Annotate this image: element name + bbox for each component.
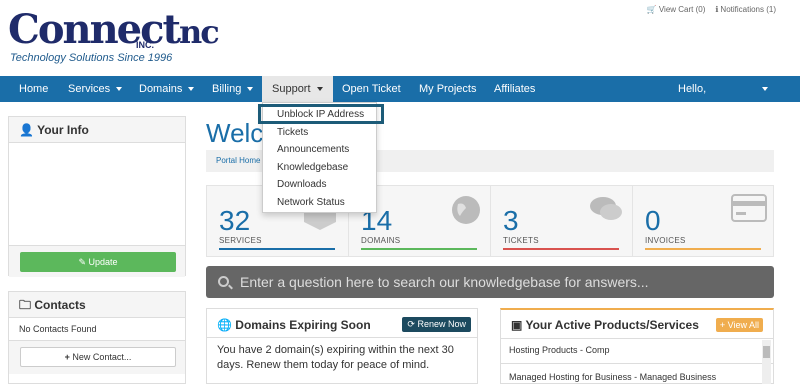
stat-tickets-bar: [503, 248, 619, 250]
nav-my-projects[interactable]: My Projects: [419, 76, 476, 102]
stat-domains-label: DOMAINS: [361, 236, 401, 245]
nav-billing[interactable]: Billing: [212, 76, 254, 102]
logo-tagline: Technology Solutions Since 1996: [10, 52, 173, 64]
nav-services[interactable]: Services: [68, 76, 123, 102]
user-icon: 👤: [19, 123, 34, 137]
active-products-header: ▣ Your Active Products/Services: [511, 318, 699, 332]
menu-item-knowledgebase[interactable]: Knowledgebase: [277, 162, 348, 173]
top-links: 🛒 View Cart (0) ℹ Notifications (1): [647, 5, 776, 14]
nav-user-greeting[interactable]: Hello,: [678, 76, 706, 102]
knowledgebase-search[interactable]: Enter a question here to search our know…: [206, 266, 774, 298]
stat-invoices-label: INVOICES: [645, 236, 686, 245]
nav-affiliates[interactable]: Affiliates: [494, 76, 535, 102]
unblock-ip-highlight-box: [258, 104, 384, 124]
caret-down-icon: [116, 87, 123, 92]
caret-down-icon: [188, 87, 195, 92]
company-logo[interactable]: Connectnc INC. Technology Solutions Sinc…: [8, 8, 220, 66]
cart-icon: 🛒: [646, 5, 657, 14]
scrollbar-thumb[interactable]: [763, 346, 770, 358]
stat-invoices-value: 0: [645, 205, 661, 236]
search-icon: [218, 276, 229, 287]
your-info-panel: 👤 Your Info ✎ Update: [8, 116, 186, 277]
menu-item-tickets[interactable]: Tickets: [277, 127, 308, 138]
domains-expiring-header: 🌐 Domains Expiring Soon: [217, 318, 371, 332]
nav-support[interactable]: Support: [262, 76, 333, 102]
domains-expiring-panel: 🌐 Domains Expiring Soon ⟳ Renew Now You …: [206, 308, 478, 384]
caret-down-icon: [316, 87, 323, 92]
new-contact-button[interactable]: + New Contact...: [20, 347, 176, 367]
credit-card-icon: [731, 194, 767, 227]
caret-down-icon: [247, 87, 254, 92]
no-contacts-text: No Contacts Found: [19, 324, 97, 334]
contacts-panel: 🗀 Contacts No Contacts Found + New Conta…: [8, 291, 186, 384]
logo-wordmark: Connectnc: [8, 6, 220, 53]
nav-home[interactable]: Home: [19, 76, 48, 102]
stat-domains-bar: [361, 248, 477, 250]
nav-domains[interactable]: Domains: [139, 76, 195, 102]
folder-icon: 🗀: [19, 298, 32, 312]
stat-invoices[interactable]: 0 INVOICES: [633, 186, 775, 256]
menu-item-downloads[interactable]: Downloads: [277, 179, 326, 190]
breadcrumb-portal-home[interactable]: Portal Home: [216, 156, 260, 165]
renew-now-button[interactable]: ⟳ Renew Now: [402, 317, 471, 332]
notifications-link[interactable]: ℹ Notifications (1): [715, 5, 776, 14]
logo-inc: INC.: [136, 40, 154, 50]
info-icon: ℹ: [715, 5, 719, 14]
stat-services-value: 32: [219, 205, 251, 236]
your-info-header: 👤 Your Info: [9, 117, 185, 143]
your-info-footer: ✎ Update: [9, 245, 185, 277]
nav-user-menu[interactable]: [756, 76, 768, 102]
divider: [207, 337, 477, 338]
view-cart-link[interactable]: 🛒 View Cart (0): [647, 5, 706, 14]
stat-services-bar: [219, 248, 335, 250]
product-list-item[interactable]: Hosting Products - Comp: [501, 338, 773, 364]
stat-invoices-bar: [645, 248, 761, 250]
menu-item-announcements[interactable]: Announcements: [277, 144, 349, 155]
search-input[interactable]: Enter a question here to search our know…: [240, 266, 649, 298]
stat-tickets-label: TICKETS: [503, 236, 539, 245]
domains-expiring-message: You have 2 domain(s) expiring within the…: [217, 344, 454, 371]
update-button[interactable]: ✎ Update: [20, 252, 176, 272]
globe-icon: [450, 194, 482, 231]
main-navbar: Home Services Domains Billing Support Op…: [0, 76, 800, 102]
stat-tickets[interactable]: 3 TICKETS: [491, 186, 633, 256]
stat-services-label: SERVICES: [219, 236, 262, 245]
scrollbar[interactable]: [762, 340, 771, 384]
active-products-panel: ▣ Your Active Products/Services + View A…: [500, 308, 774, 384]
contacts-header: 🗀 Contacts: [9, 292, 185, 318]
product-list-item[interactable]: Managed Hosting for Business - Managed B…: [501, 368, 773, 384]
globe-icon: 🌐: [217, 318, 232, 332]
caret-down-icon: [762, 87, 768, 92]
menu-item-network-status[interactable]: Network Status: [277, 197, 345, 208]
comments-icon: [588, 194, 624, 229]
cube-icon: ▣: [511, 318, 523, 332]
contacts-footer: + New Contact...: [9, 340, 185, 374]
page-title: Welc: [206, 118, 264, 148]
nav-open-ticket[interactable]: Open Ticket: [342, 76, 401, 102]
stat-tickets-value: 3: [503, 205, 519, 236]
view-all-button[interactable]: + View All: [715, 318, 763, 332]
